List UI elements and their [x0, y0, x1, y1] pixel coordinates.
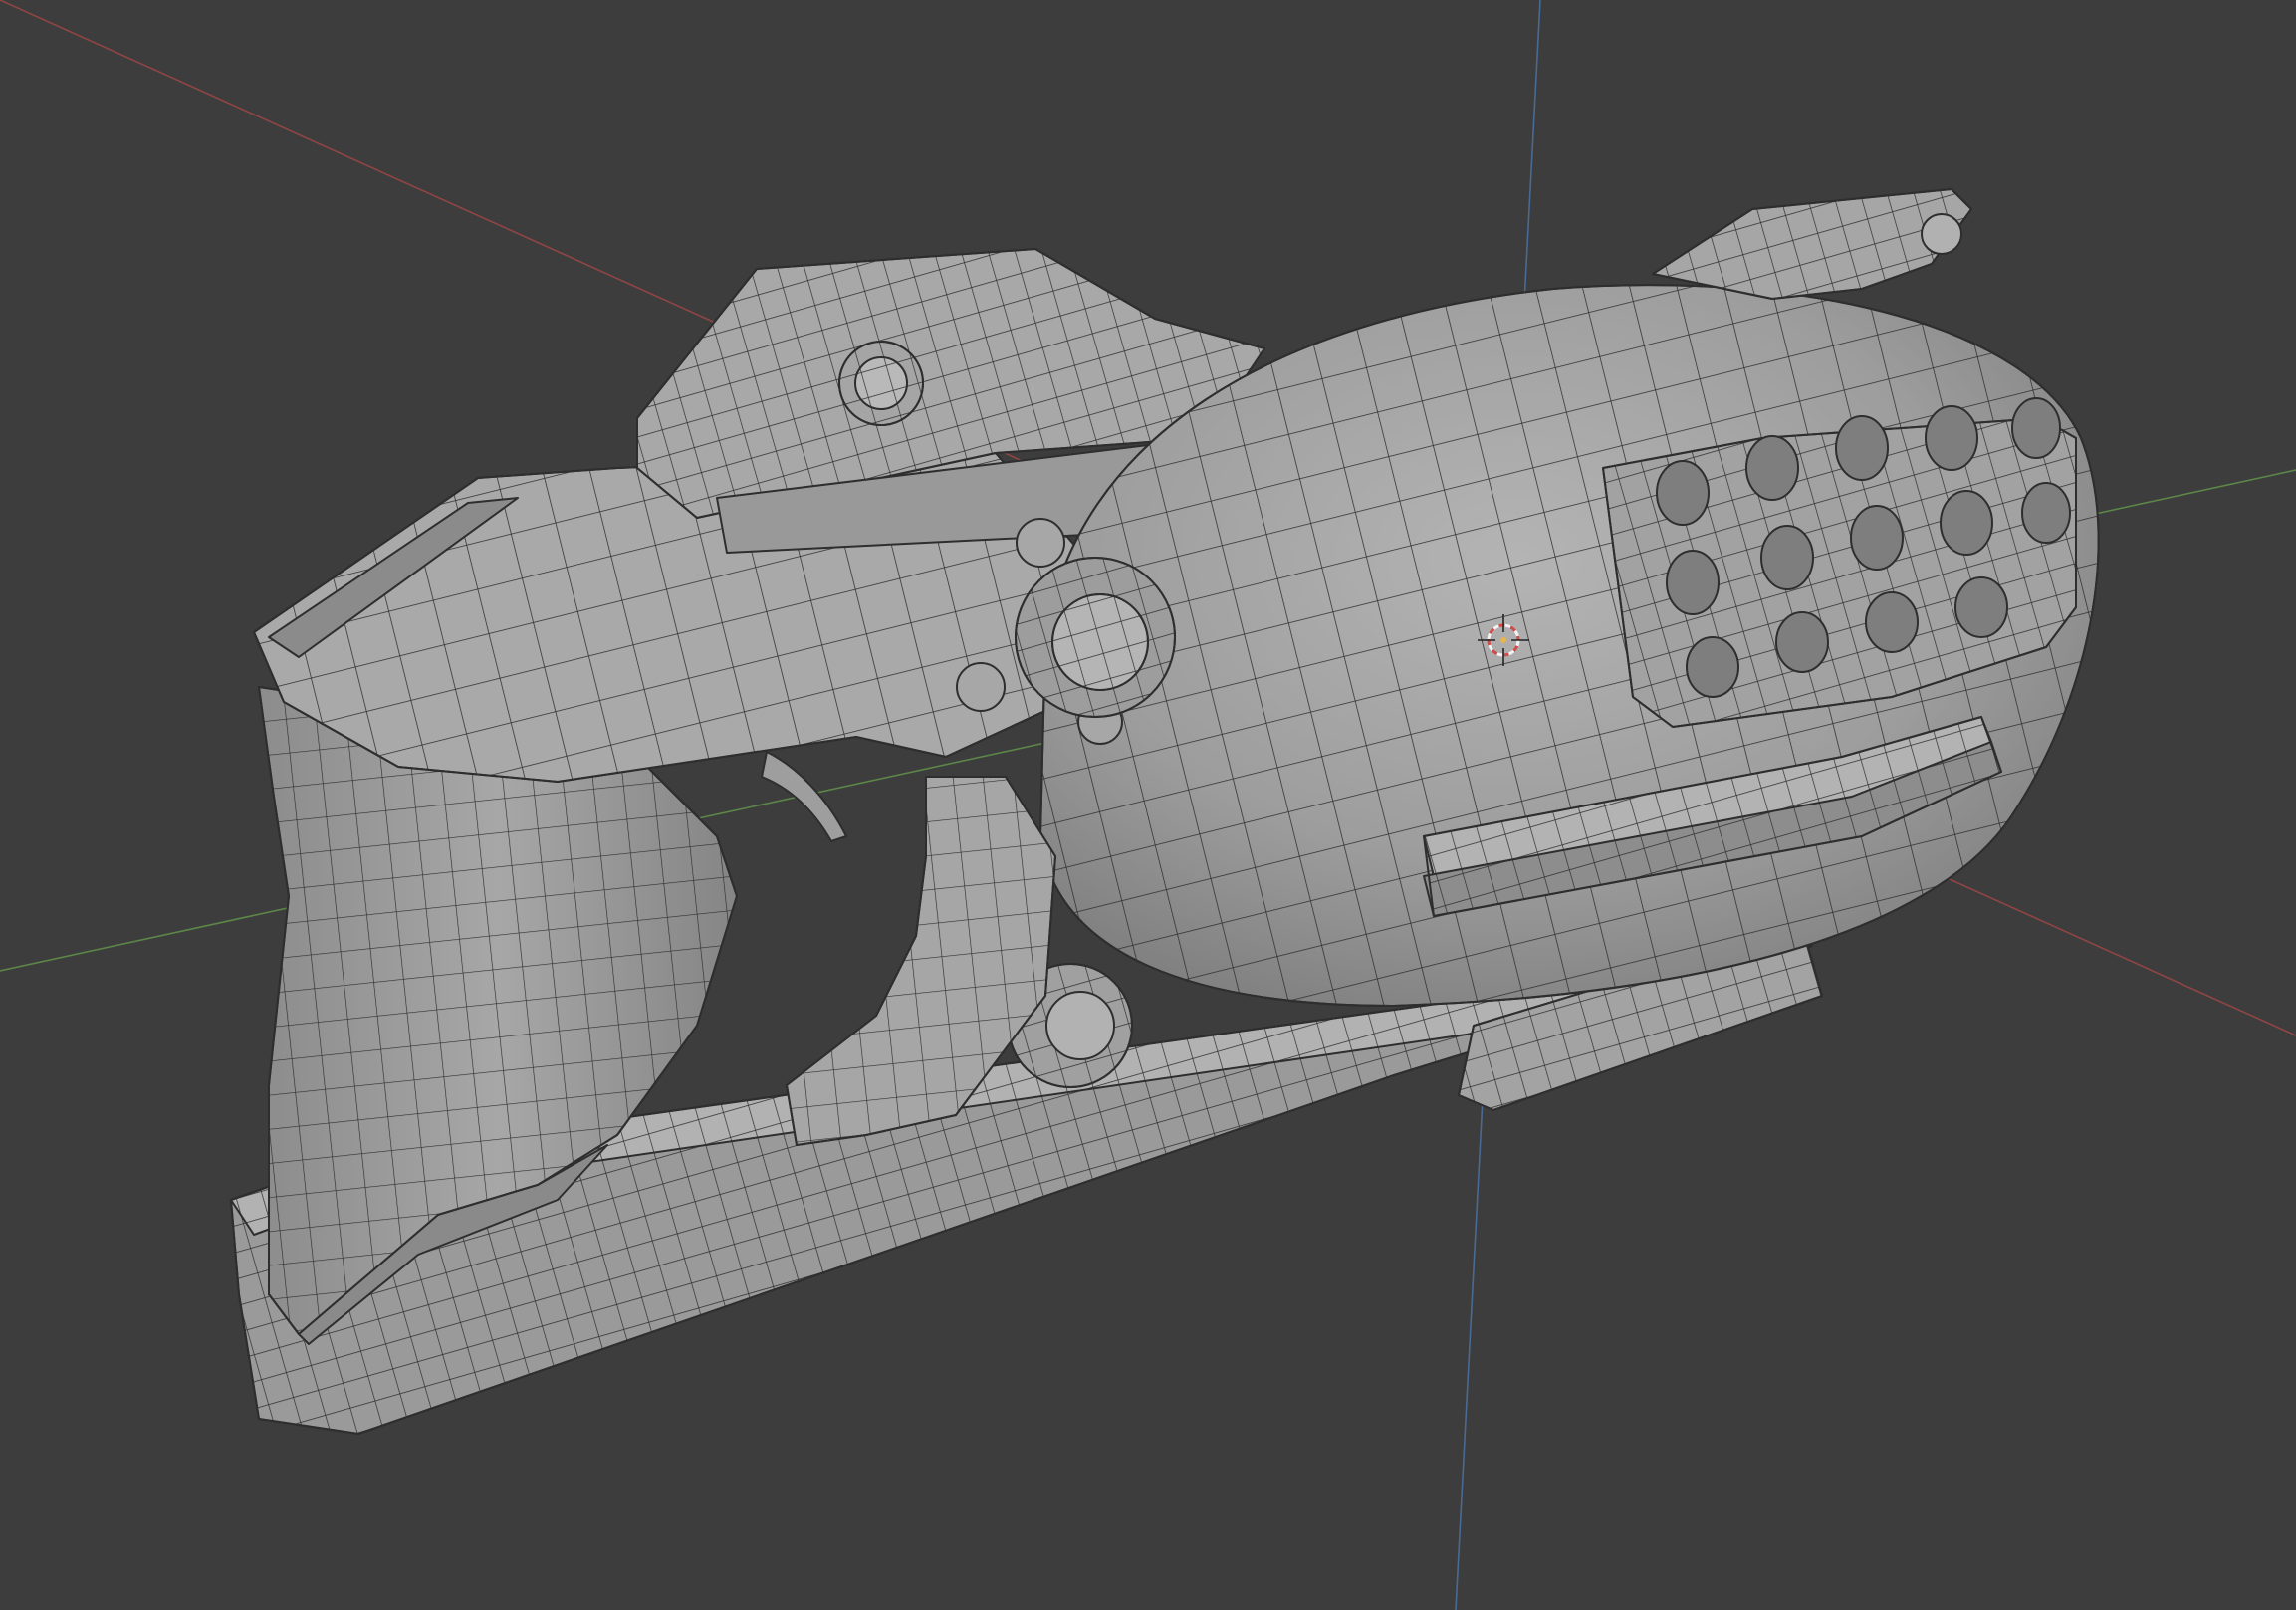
- 3d-viewport[interactable]: [0, 0, 2296, 1610]
- trigger: [761, 751, 847, 842]
- pistol-mesh[interactable]: [230, 188, 2100, 1435]
- dial-lug-left: [956, 662, 1006, 712]
- dial-lug-top: [1016, 518, 1065, 568]
- fin-bolt: [1921, 213, 1962, 255]
